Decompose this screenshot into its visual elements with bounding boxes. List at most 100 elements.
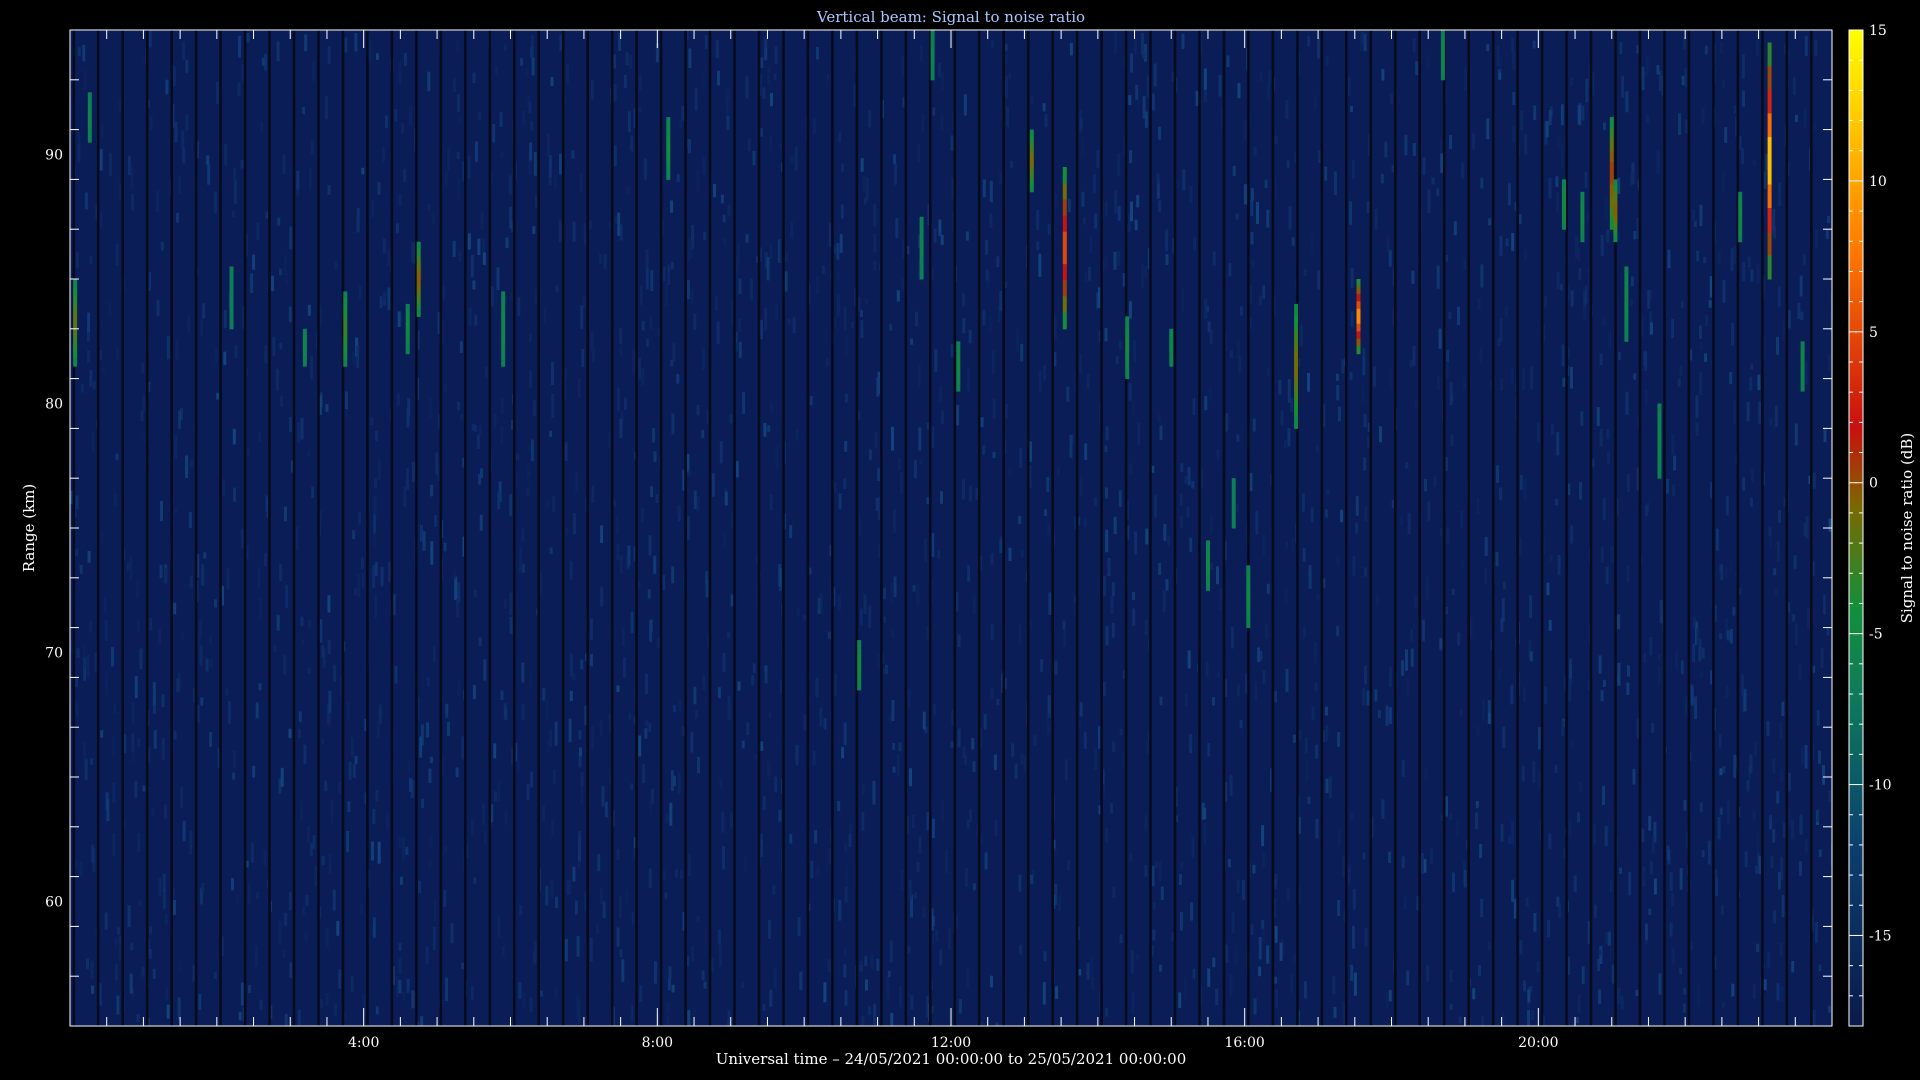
noise-speckle xyxy=(1549,555,1553,562)
noise-speckle xyxy=(473,877,477,884)
noise-speckle xyxy=(497,915,501,938)
noise-speckle xyxy=(971,738,975,750)
echo-segment xyxy=(1657,440,1662,449)
y-tick-label: 60 xyxy=(45,895,63,911)
noise-speckle xyxy=(950,741,954,748)
noise-speckle xyxy=(833,481,837,492)
noise-speckle xyxy=(1752,159,1756,167)
noise-speckle xyxy=(844,843,848,852)
noise-speckle xyxy=(470,254,474,278)
noise-speckle xyxy=(571,150,575,159)
noise-speckle xyxy=(344,391,348,409)
noise-speckle xyxy=(969,485,972,502)
noise-speckle xyxy=(174,121,178,143)
noise-speckle xyxy=(442,284,446,300)
echo-segment xyxy=(1613,223,1618,230)
noise-speckle xyxy=(1159,696,1163,706)
noise-speckle xyxy=(1256,202,1259,224)
data-gap xyxy=(1394,30,1397,1026)
noise-speckle xyxy=(521,662,525,683)
noise-speckle xyxy=(1770,856,1774,868)
noise-speckle xyxy=(1724,127,1728,143)
echo-segment xyxy=(1738,196,1743,203)
noise-speckle xyxy=(1016,327,1019,352)
noise-speckle xyxy=(1151,93,1155,111)
noise-speckle xyxy=(999,290,1003,312)
noise-speckle xyxy=(1828,790,1832,802)
noise-speckle xyxy=(1449,382,1453,406)
noise-speckle xyxy=(1717,816,1721,840)
noise-speckle xyxy=(729,414,733,424)
noise-speckle xyxy=(114,938,118,945)
noise-speckle xyxy=(174,435,178,459)
noise-speckle xyxy=(387,249,391,266)
noise-speckle xyxy=(996,699,1000,706)
noise-speckle xyxy=(945,849,948,874)
noise-speckle xyxy=(711,473,715,497)
noise-speckle xyxy=(1642,866,1646,887)
noise-speckle xyxy=(297,422,301,443)
noise-speckle xyxy=(1780,986,1784,1003)
noise-speckle xyxy=(402,837,405,860)
noise-speckle xyxy=(1463,869,1467,888)
noise-speckle xyxy=(1324,166,1328,181)
noise-speckle xyxy=(948,928,951,950)
noise-speckle xyxy=(1782,822,1786,838)
noise-speckle xyxy=(87,551,91,563)
noise-speckle xyxy=(1547,919,1551,938)
noise-speckle xyxy=(548,155,552,177)
noise-speckle xyxy=(694,87,698,111)
echo-segment xyxy=(1624,318,1629,327)
echo-segment xyxy=(1800,381,1805,387)
noise-speckle xyxy=(1707,840,1711,865)
noise-speckle xyxy=(213,972,217,979)
noise-speckle xyxy=(1046,476,1050,493)
noise-speckle xyxy=(300,616,304,627)
noise-speckle xyxy=(1410,648,1414,667)
noise-speckle xyxy=(913,892,917,899)
noise-speckle xyxy=(602,901,606,919)
noise-speckle xyxy=(185,455,189,478)
noise-speckle xyxy=(1043,365,1047,381)
noise-speckle xyxy=(265,211,269,219)
noise-speckle xyxy=(164,914,168,925)
noise-speckle xyxy=(1524,249,1527,260)
noise-speckle xyxy=(1004,76,1008,99)
noise-speckle xyxy=(865,177,869,201)
noise-speckle xyxy=(198,994,202,1010)
echo-segment xyxy=(343,298,348,307)
noise-speckle xyxy=(456,151,460,159)
noise-speckle xyxy=(1656,65,1660,75)
noise-speckle xyxy=(1533,105,1537,120)
echo-segment xyxy=(1206,545,1210,551)
noise-speckle xyxy=(231,878,234,891)
echo-segment xyxy=(1657,433,1662,442)
noise-speckle xyxy=(1593,823,1597,845)
noise-speckle xyxy=(1180,862,1184,869)
noise-speckle xyxy=(991,351,995,375)
noise-speckle xyxy=(1347,862,1351,887)
noise-speckle xyxy=(289,962,293,978)
noise-speckle xyxy=(626,554,630,569)
noise-speckle xyxy=(613,145,617,167)
noise-speckle xyxy=(1362,688,1366,706)
noise-speckle xyxy=(75,676,79,688)
noise-speckle xyxy=(1659,599,1663,624)
noise-speckle xyxy=(825,357,829,367)
noise-speckle xyxy=(619,554,623,575)
noise-speckle xyxy=(188,511,192,528)
noise-speckle xyxy=(1421,619,1425,642)
noise-speckle xyxy=(1486,118,1490,140)
noise-speckle xyxy=(321,856,325,866)
noise-speckle xyxy=(164,567,168,586)
noise-speckle xyxy=(1457,306,1460,326)
noise-speckle xyxy=(1499,235,1503,256)
noise-speckle xyxy=(1219,587,1223,600)
noise-speckle xyxy=(701,429,705,438)
noise-speckle xyxy=(670,200,674,213)
noise-speckle xyxy=(140,971,144,980)
noise-speckle xyxy=(1158,563,1162,575)
noise-speckle xyxy=(1094,213,1098,229)
noise-speckle xyxy=(182,41,186,60)
noise-speckle xyxy=(1204,396,1208,411)
